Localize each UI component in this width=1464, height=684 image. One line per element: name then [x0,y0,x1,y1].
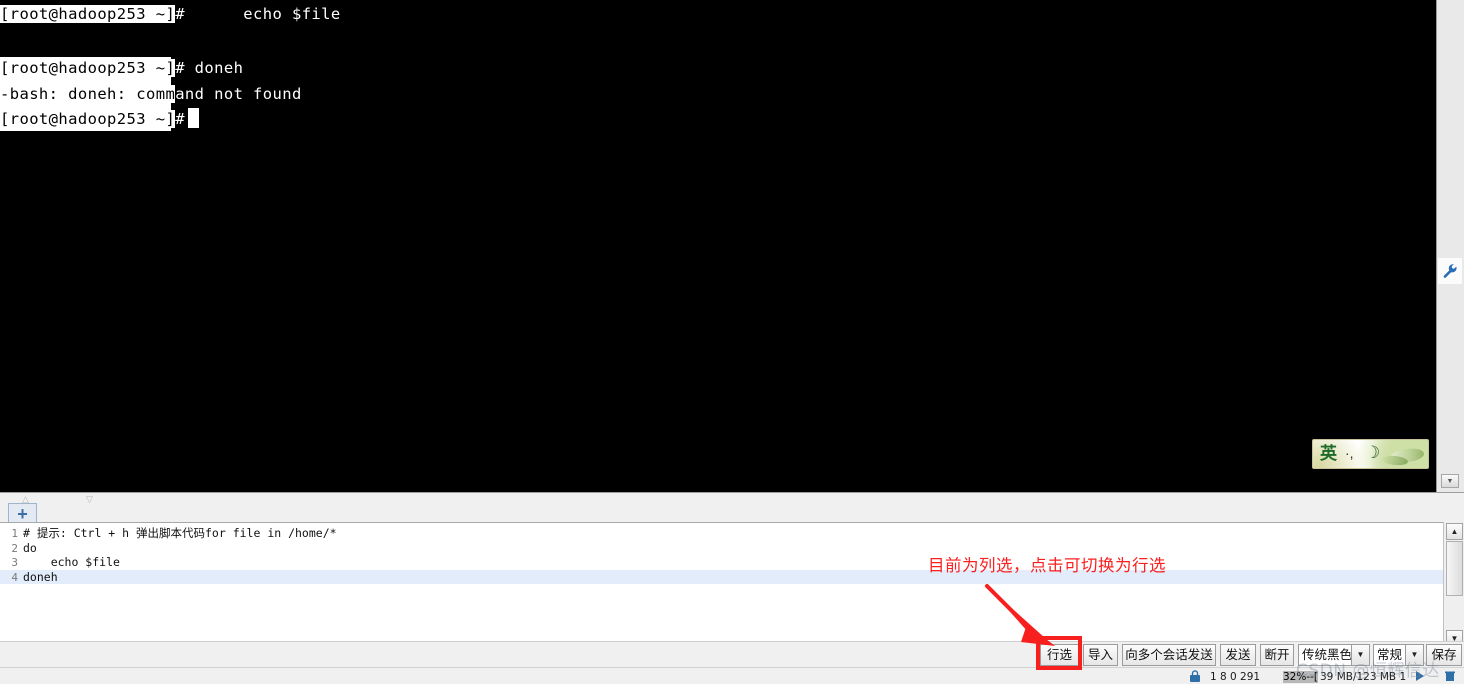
send-button[interactable]: 发送 [1220,644,1256,666]
trash-icon[interactable] [1444,670,1456,684]
status-left-numbers: 1 8 0 291 [1210,671,1261,683]
terminal-output-pane[interactable]: [root@hadoop253 ~]# echo $file [root@had… [0,0,1436,492]
wrench-icon[interactable] [1438,258,1462,284]
status-bar: 1 8 0 291 32%--[ 39 MB/123 MB 1 [0,667,1464,684]
strip-scroll-down-button[interactable]: ▼ [1441,474,1459,488]
code-line[interactable]: 3 echo $file [0,555,1443,570]
add-tab-button[interactable]: + [8,503,37,524]
code-line[interactable]: 1 # 提示: Ctrl + h 弹出脚本代码for file in /home/… [0,526,1443,541]
disconnect-button[interactable]: 断开 [1260,644,1294,666]
scrollbar-thumb[interactable] [1446,541,1463,596]
import-button[interactable]: 导入 [1083,644,1118,666]
terminal-right-tool-strip: ▼ [1436,0,1464,492]
terminal-cursor [188,108,199,128]
scroll-up-button[interactable]: ▲ [1446,523,1463,540]
line-text: doneh [23,569,58,584]
ime-language-bar[interactable]: 英 ·, ☽ [1312,439,1429,469]
app-window: [root@hadoop253 ~]# echo $file [root@had… [0,0,1464,684]
terminal-line: [root@hadoop253 ~]# doneh [0,56,243,81]
ime-moon-icon[interactable]: ☽ [1365,443,1380,463]
code-line[interactable]: 2 do [0,541,1443,556]
terminal-line-selected-part: [root@hadoop253 ~] [0,5,176,23]
editor-bottom-toolbar: 行选 导入 向多个会话发送 发送 断开 传统黑色 ▼ 常规 ▼ 保存 [0,641,1464,667]
terminal-line-selected-part: [root@hadoop253 ~] [0,59,176,77]
send-to-multi-sessions-button[interactable]: 向多个会话发送 [1122,644,1216,666]
terminal-line-plain-part: and not found [175,85,302,103]
terminal-line: -bash: doneh: command not found [0,82,302,107]
terminal-line: [root@hadoop253 ~]# [0,107,195,132]
watermark: CSDN @恒辉信达 [1296,661,1440,681]
line-number: 1 [11,527,18,540]
annotation-text: 目前为列选，点击可切换为行选 [928,556,1166,575]
ime-punctuation-icon[interactable]: ·, [1345,445,1354,461]
annotation-highlight-rect [1036,636,1082,670]
ime-mode-label[interactable]: 英 [1320,443,1337,465]
editor-tabstrip: △ ▽ + [0,493,1464,524]
chevron-down-icon: ▼ [1446,477,1454,485]
code-editor-area[interactable]: 1 # 提示: Ctrl + h 弹出脚本代码for file in /home/… [0,522,1443,656]
lock-icon [1188,670,1202,684]
line-text: echo $file [23,555,120,569]
line-text: do [23,540,37,555]
line-number: 3 [11,556,18,569]
terminal-line-selected-part: [root@hadoop253 ~] [0,110,176,128]
editor-vertical-scrollbar[interactable]: ▲ ▼ [1443,522,1464,656]
terminal-line: [root@hadoop253 ~]# echo $file [0,2,341,27]
line-number: 4 [11,570,18,584]
terminal-line-selected-part: -bash: doneh: comm [0,85,176,103]
terminal-line-plain-part: # doneh [175,59,244,77]
terminal-line-plain-part: # echo $file [175,5,341,23]
line-text: # 提示: Ctrl + h 弹出脚本代码for file in /home/* [23,526,337,540]
line-number: 2 [11,541,18,555]
code-line-active[interactable]: 4 doneh [0,569,1443,584]
tab-scroll-down-icon[interactable]: ▽ [83,494,96,504]
